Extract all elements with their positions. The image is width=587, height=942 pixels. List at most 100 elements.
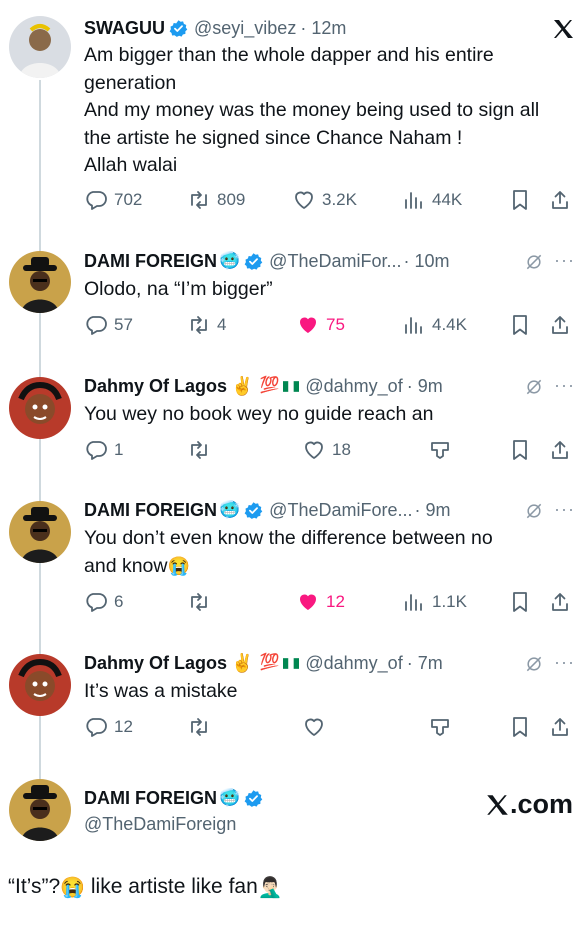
tip-button[interactable] [428,715,452,739]
heart-icon [305,718,323,736]
x-logo-icon [554,20,573,38]
more-dots-icon[interactable]: ··· [554,499,575,520]
bookmark-button[interactable] [508,438,532,462]
more-dots-icon[interactable]: ··· [554,375,575,396]
grok-icon[interactable] [524,654,544,674]
share-button[interactable] [548,715,572,739]
handle[interactable]: @TheDamiFore... [269,499,412,521]
tweet-text: You wey no book wey no guide reach an [84,401,564,429]
handle[interactable]: @TheDamiFor... [269,250,401,272]
share-button[interactable] [548,188,572,212]
reply-count: 6 [114,592,124,611]
grok-icon[interactable] [524,501,544,521]
like-button[interactable]: 75 [296,313,345,337]
display-name[interactable]: SWAGUU [84,17,165,39]
grok-icon[interactable] [524,377,544,397]
avatar[interactable] [9,501,71,563]
display-name[interactable]: Dahmy Of Lagos [84,375,227,397]
like-button[interactable] [302,715,326,739]
share-button[interactable] [548,313,572,337]
handle[interactable]: @seyi_vibez [194,17,296,39]
views-icon [405,594,422,611]
retweet-icon [191,718,207,736]
reply-button[interactable]: 702 [84,188,142,212]
bookmark-icon [513,717,527,737]
heart-icon [300,594,316,610]
bookmark-icon [513,190,527,210]
like-count: 3.2K [322,190,357,209]
share-button[interactable] [548,590,572,614]
more-dots-icon[interactable]: ··· [554,652,575,673]
views-button[interactable]: 1.1K [402,590,467,614]
tweet-actions: 1 18 [84,438,575,464]
retweet-count: 4 [217,315,227,334]
like-button[interactable]: 3.2K [292,188,357,212]
display-name[interactable]: DAMI FOREIGN [84,250,217,272]
bookmark-button[interactable] [508,715,532,739]
tweet-line: You wey no book wey no guide reach an [84,403,434,425]
profile-handle-row: @TheDamiForeign [84,813,236,835]
reply-icon [86,718,107,737]
view-count: 4.4K [432,315,467,334]
avatar[interactable] [9,16,71,78]
bookmark-button[interactable] [508,590,532,614]
x-com-watermark: .com [484,789,573,820]
tweet-line: Am bigger than the whole dapper and his … [84,44,494,66]
share-icon [552,441,568,459]
avatar[interactable] [9,779,71,841]
bookmark-button[interactable] [508,313,532,337]
caption-quote: “It’s”? [8,875,61,899]
hundred-points-emoji: 💯 [259,654,280,671]
retweet-button[interactable]: 809 [187,188,245,212]
views-button[interactable]: 44K [402,188,462,212]
retweet-button[interactable] [187,438,211,462]
avatar[interactable] [9,654,71,716]
caption: “It’s”?😭 like artiste like fan🤦🏻‍♂️ [8,875,283,900]
retweet-button[interactable] [187,590,211,614]
timestamp[interactable]: · 9m [407,375,443,397]
avatar[interactable] [9,251,71,313]
display-name[interactable]: DAMI FOREIGN [84,787,217,809]
more-dots-icon[interactable]: ··· [554,250,575,271]
profile-name-row: DAMI FOREIGN 🥶 [84,787,263,809]
reply-button[interactable]: 12 [84,715,133,739]
views-button[interactable]: 4.4K [402,313,467,337]
retweet-icon [191,316,207,334]
cold-face-emoji: 🥶 [219,500,241,519]
tweet-line-with-emoji: and know😭 [84,553,564,581]
views-icon [405,192,422,209]
handle[interactable]: @dahmy_of [305,375,402,397]
retweet-icon [191,441,207,459]
reply-button[interactable]: 1 [84,438,123,462]
tweet-header: DAMI FOREIGN 🥶 @TheDamiFore... · 9m [84,499,450,521]
reply-button[interactable]: 57 [84,313,133,337]
bookmark-button[interactable] [508,188,532,212]
timestamp[interactable]: · 7m [407,652,443,674]
heart-icon [295,191,313,209]
reply-count: 57 [114,315,133,334]
tweet-text: Am bigger than the whole dapper and his … [84,42,564,180]
retweet-button[interactable]: 4 [187,313,226,337]
reply-icon [86,593,107,612]
facepalm-emoji: 🤦🏻‍♂️ [257,877,283,899]
display-name[interactable]: Dahmy Of Lagos [84,652,227,674]
reply-button[interactable]: 6 [84,590,123,614]
avatar[interactable] [9,377,71,439]
reply-count: 12 [114,717,133,736]
grok-icon[interactable] [524,252,544,272]
reply-icon [86,191,107,210]
retweet-icon [191,191,207,209]
tip-button[interactable] [428,438,452,462]
cold-face-emoji: 🥶 [219,251,241,270]
handle[interactable]: @dahmy_of [305,652,402,674]
timestamp[interactable]: · 9m [414,499,450,521]
display-name[interactable]: DAMI FOREIGN [84,499,217,521]
handle[interactable]: @TheDamiForeign [84,813,236,835]
tweet-text: It’s was a mistake [84,678,564,706]
timestamp[interactable]: · 12m [300,17,346,39]
like-button[interactable]: 18 [302,438,351,462]
retweet-button[interactable] [187,715,211,739]
share-button[interactable] [548,438,572,462]
like-button[interactable]: 12 [296,590,345,614]
timestamp[interactable]: · 10m [403,250,449,272]
